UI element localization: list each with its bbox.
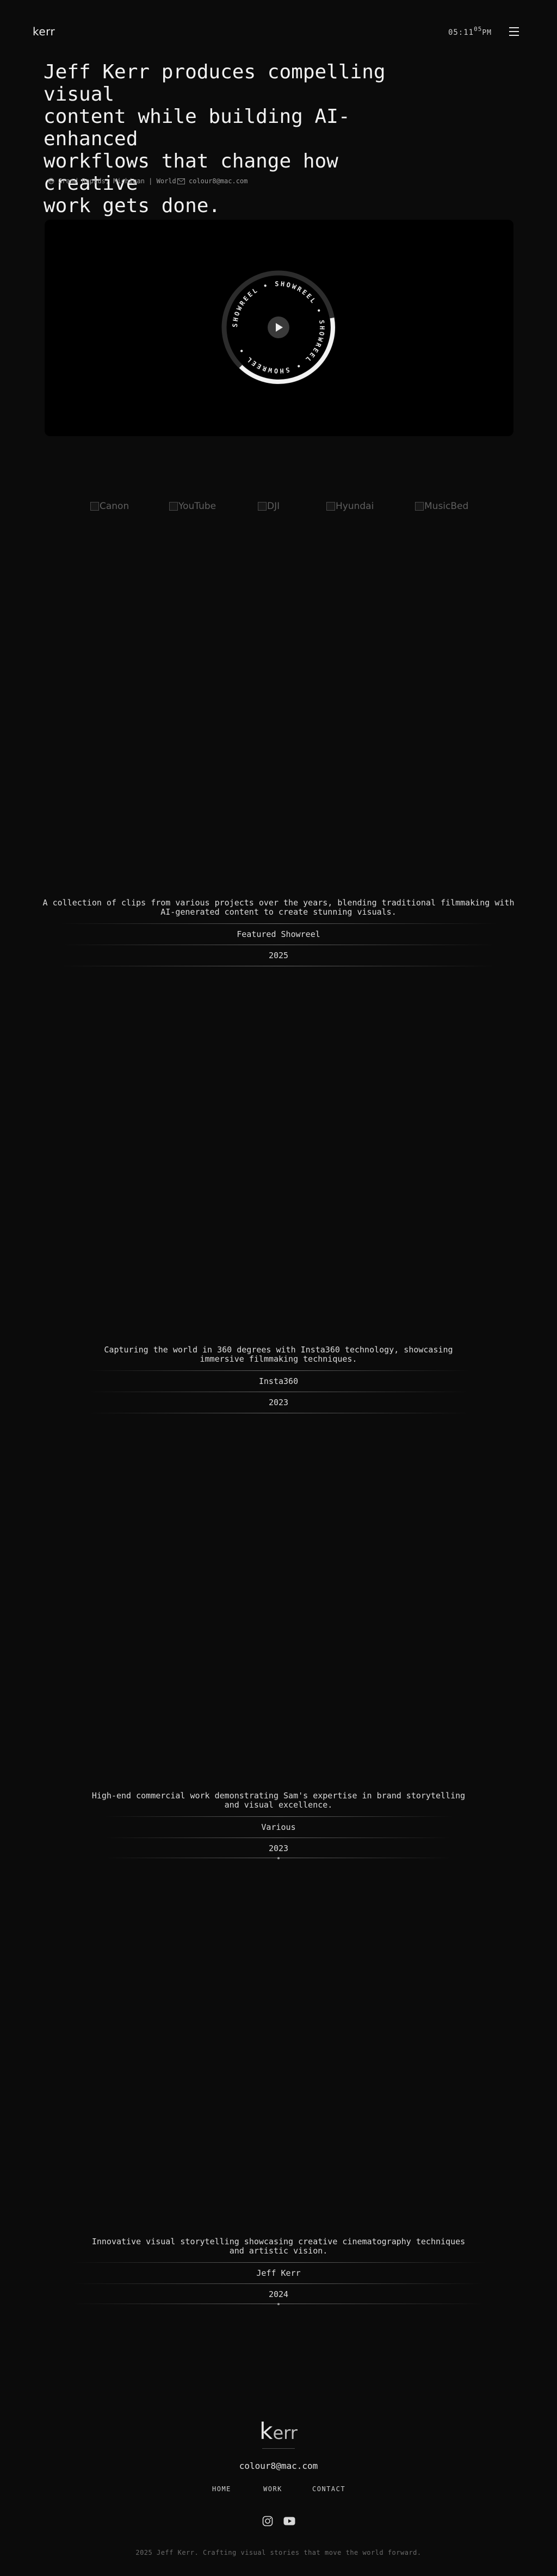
project-client: Various: [261, 1822, 296, 1832]
divider: [88, 1370, 469, 1371]
project-year: 2023: [268, 1398, 289, 1407]
hero-line: Jeff Kerr produces compelling visual: [44, 61, 386, 105]
footer-email[interactable]: colour8@mac.com: [0, 2461, 557, 2471]
hamburger-icon[interactable]: [509, 27, 519, 36]
project-card[interactable]: Innovative visual storytelling showcasin…: [0, 2237, 557, 2305]
project-year: 2023: [268, 1843, 289, 1853]
email-text[interactable]: colour8@mac.com: [189, 177, 247, 185]
divider: [72, 2262, 485, 2263]
hero-line: content while building AI-enhanced: [44, 105, 350, 150]
instagram-icon[interactable]: [262, 2516, 273, 2527]
project-description: Innovative visual storytelling showcasin…: [91, 2237, 466, 2256]
project-card[interactable]: High-end commercial work demonstrating S…: [0, 1791, 557, 1859]
hero-line: workflows that change how creative: [44, 150, 338, 195]
brand-logo: DJI: [258, 501, 280, 512]
divider: [72, 2283, 485, 2284]
project-card[interactable]: A collection of clips from various proje…: [0, 898, 557, 966]
brand-logo: Canon: [90, 501, 129, 512]
divider: [104, 1816, 453, 1817]
clock-hours: 05: [448, 28, 459, 37]
showreel-button[interactable]: SHOWREEL • SHOWREEL • SHOWREEL • SHOWREE…: [220, 269, 337, 386]
project-description: High-end commercial work demonstrating S…: [91, 1791, 466, 1810]
hero-headline: Jeff Kerr produces compelling visual con…: [44, 61, 435, 217]
copyright: 2025 Jeff Kerr. Crafting visual stories …: [135, 2549, 422, 2556]
divider: [61, 923, 496, 924]
project-client: Insta360: [258, 1376, 299, 1386]
clock: 05:1105PM: [448, 26, 492, 37]
hero-line: work gets done.: [44, 195, 221, 217]
brand-logo: MusicBed: [415, 501, 468, 512]
brand-logo: Hyundai: [326, 501, 374, 512]
clock-ampm: PM: [482, 29, 492, 37]
brand-logo: YouTube: [169, 501, 216, 512]
footer-divider: [262, 2448, 295, 2449]
clock-separator: :: [458, 28, 464, 37]
progress-dot: [277, 1857, 280, 1859]
project-description: Capturing the world in 360 degrees with …: [104, 1345, 453, 1364]
location: Grand Rapids, Michigan | World: [48, 177, 176, 185]
contact-email[interactable]: colour8@mac.com: [177, 177, 247, 185]
project-card[interactable]: Capturing the world in 360 degrees with …: [0, 1345, 557, 1413]
project-client: Featured Showreel: [237, 929, 320, 939]
project-client: Jeff Kerr: [256, 2268, 301, 2278]
progress-dot: [277, 2303, 280, 2305]
mail-icon: [177, 178, 185, 184]
location-text: Grand Rapids, Michigan | World: [58, 177, 176, 185]
globe-icon: [48, 178, 54, 184]
clock-seconds: 05: [474, 26, 482, 33]
site-logo[interactable]: kerr: [33, 25, 55, 38]
youtube-icon[interactable]: [283, 2517, 295, 2525]
project-description: A collection of clips from various proje…: [42, 898, 515, 917]
footer-nav-contact[interactable]: CONTACT: [312, 2485, 345, 2493]
clock-minutes: 11: [463, 28, 474, 37]
footer-nav-home[interactable]: HOME: [212, 2485, 231, 2493]
project-year: 2024: [268, 2289, 289, 2299]
project-year: 2025: [268, 951, 289, 960]
footer-logo[interactable]: kerr: [0, 2418, 557, 2444]
footer-nav-work[interactable]: WORK: [263, 2485, 282, 2493]
